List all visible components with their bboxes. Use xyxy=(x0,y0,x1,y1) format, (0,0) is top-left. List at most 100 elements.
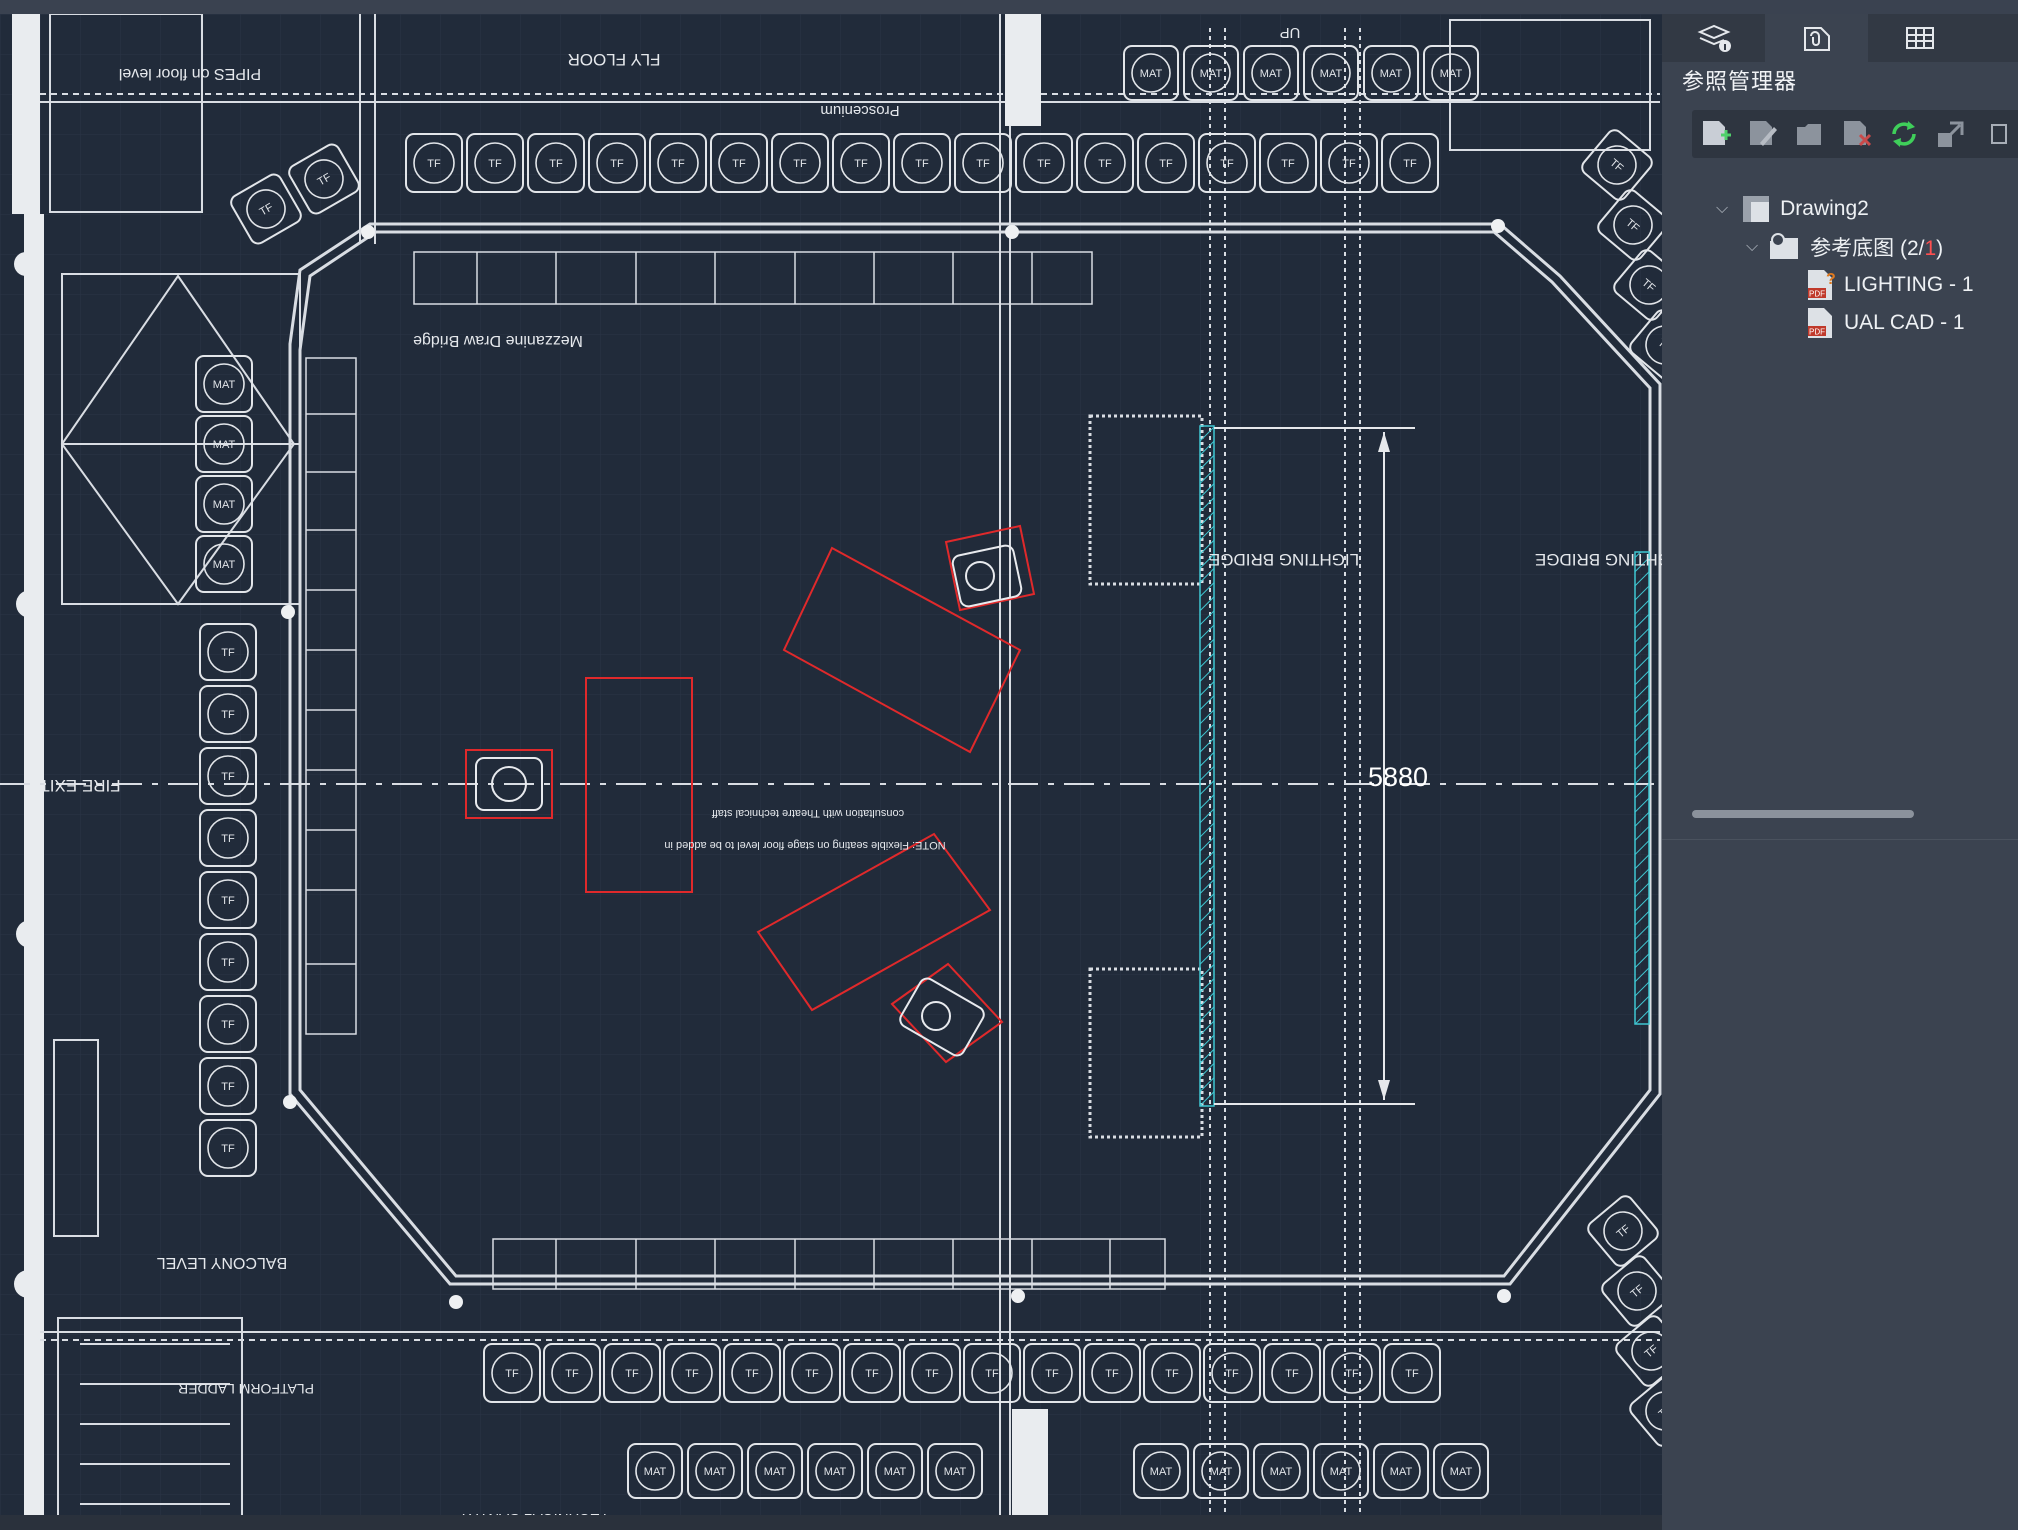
seat-label: TF xyxy=(745,1368,759,1380)
tree-label-ual-cad: UAL CAD - 1 xyxy=(1844,311,1965,334)
label-lighting-bridge-a: LIGHTING BRIDGE xyxy=(1209,550,1359,569)
seat-label: MAT xyxy=(944,1466,967,1478)
seat-label: TF xyxy=(488,158,502,170)
seat-label: TF xyxy=(221,1081,235,1093)
layer-properties-icon xyxy=(1696,24,1731,52)
seat-label: TF xyxy=(732,158,746,170)
palette-tabs xyxy=(1662,14,2018,62)
unresolved-count: 1 xyxy=(1924,237,1937,260)
label-note-1: NOTE: Flexible seating on stage floor le… xyxy=(664,839,945,851)
reference-manager-panel: 参照管理器 ⌵ Drawing2 ⌵ 参考底图 (2/1) PDF ? LIGH… xyxy=(1662,14,2018,1530)
open-reference-button[interactable] xyxy=(1786,113,1833,155)
seat-label: TF xyxy=(985,1368,999,1380)
seat-label: TF xyxy=(1098,158,1112,170)
seat-label: MAT xyxy=(1330,1466,1353,1478)
chevron-down-icon[interactable]: ⌵ xyxy=(1746,238,1758,256)
bind-button[interactable] xyxy=(1928,113,1975,155)
seat-label: TF xyxy=(1345,1368,1359,1380)
seat-label: TF xyxy=(221,1143,235,1155)
seat-label: TF xyxy=(925,1368,939,1380)
seat-label: TF xyxy=(1281,158,1295,170)
seat-label: MAT xyxy=(213,379,236,391)
table-icon xyxy=(1905,27,1934,49)
seat-label: TF xyxy=(793,158,807,170)
detach-button[interactable] xyxy=(1833,113,1880,155)
seat-label: TF xyxy=(915,158,929,170)
tree-node-drawing2[interactable]: ⌵ Drawing2 xyxy=(1716,192,1869,226)
tree-node-underlays[interactable]: ⌵ 参考底图 (2/1) xyxy=(1746,230,1943,264)
external-references-icon xyxy=(1803,27,1830,51)
attach-button[interactable] xyxy=(1692,113,1739,155)
seat-label: MAT xyxy=(824,1466,847,1478)
seat-label: TF xyxy=(1105,1368,1119,1380)
seat-label: TF xyxy=(1403,158,1417,170)
tab-layers[interactable] xyxy=(1662,14,1765,62)
label-pipes: PIPES on floor level xyxy=(119,65,261,82)
seat-label: TF xyxy=(805,1368,819,1380)
title-bar xyxy=(0,0,2018,14)
seat-label: TF xyxy=(1037,158,1051,170)
seat-label: MAT xyxy=(1140,68,1163,80)
seat-label: TF xyxy=(976,158,990,170)
seat-label: MAT xyxy=(644,1466,667,1478)
seat-label: TF xyxy=(854,158,868,170)
reference-toolbar xyxy=(1692,110,2018,158)
label-fire-exit: FIRE EXIT xyxy=(39,776,120,795)
label-mezzanine: Mezzanine Draw Bridge xyxy=(413,332,583,349)
seat-label: MAT xyxy=(213,499,236,511)
pdf-icon: PDF xyxy=(1808,308,1832,338)
dimension-text: 5880 xyxy=(1368,762,1428,792)
seat-label: MAT xyxy=(213,439,236,451)
tree-item-lighting[interactable]: PDF ? LIGHTING - 1 xyxy=(1804,268,1974,302)
seat-label: TF xyxy=(1220,158,1234,170)
seat-label: TF xyxy=(221,771,235,783)
tab-external-references[interactable] xyxy=(1765,14,1868,62)
tree-item-ual-cad[interactable]: PDF UAL CAD - 1 xyxy=(1804,306,1965,340)
tree-label-drawing2: Drawing2 xyxy=(1780,197,1869,220)
seat-label: MAT xyxy=(213,559,236,571)
seat-label: TF xyxy=(1159,158,1173,170)
seat-label: MAT xyxy=(1260,68,1283,80)
seat-label: TF xyxy=(1045,1368,1059,1380)
seat-label: MAT xyxy=(1390,1466,1413,1478)
seat-label: MAT xyxy=(704,1466,727,1478)
seat-label: MAT xyxy=(1320,68,1343,80)
seat-label: TF xyxy=(685,1368,699,1380)
seat-label: TF xyxy=(221,709,235,721)
tree-label-lighting: LIGHTING - 1 xyxy=(1844,273,1974,296)
pdf-missing-icon: PDF ? xyxy=(1808,270,1836,300)
reload-button[interactable] xyxy=(1881,113,1928,155)
attach-dwg-icon xyxy=(1702,121,1731,145)
panel-divider xyxy=(1662,839,2018,840)
more-icon xyxy=(1991,124,2008,144)
drawing-canvas[interactable]: TF TF TF TF TF TF TF TF TF TF TF TF TF TF TF TF TF MAT MAT… xyxy=(0,14,1662,1530)
underlay-folder-icon xyxy=(1770,233,1799,259)
seat-label: MAT xyxy=(1210,1466,1233,1478)
seat-label: TF xyxy=(1225,1368,1239,1380)
seat-label: TF xyxy=(505,1368,519,1380)
seat-label: TF xyxy=(671,158,685,170)
more-button[interactable] xyxy=(1975,113,2018,155)
seat-label: TF xyxy=(1405,1368,1419,1380)
seat-label: TF xyxy=(549,158,563,170)
seat-label: MAT xyxy=(1200,68,1223,80)
seat-label: TF xyxy=(221,957,235,969)
seat-label: TF xyxy=(1285,1368,1299,1380)
svg-text:PDF: PDF xyxy=(1809,290,1825,299)
tree-label-underlays: 参考底图 (2/1) xyxy=(1810,237,1944,260)
tab-table[interactable] xyxy=(1868,14,1971,62)
seat-label: MAT xyxy=(884,1466,907,1478)
seat-label: MAT xyxy=(1270,1466,1293,1478)
label-lighting-bridge-b: LIGHTING BRIDGE xyxy=(1535,550,1662,569)
horizontal-scrollbar[interactable] xyxy=(1692,810,1914,818)
label-up-top: UP xyxy=(1280,24,1301,41)
seat-label: TF xyxy=(565,1368,579,1380)
seat-label: TF xyxy=(427,158,441,170)
edit-reference-button[interactable] xyxy=(1739,113,1786,155)
chevron-down-icon[interactable]: ⌵ xyxy=(1716,200,1728,218)
svg-text:?: ? xyxy=(1826,271,1836,288)
reload-icon xyxy=(1892,121,1916,147)
seat-label: TF xyxy=(1342,158,1356,170)
seat-label: MAT xyxy=(1380,68,1403,80)
seat-label: TF xyxy=(221,1019,235,1031)
